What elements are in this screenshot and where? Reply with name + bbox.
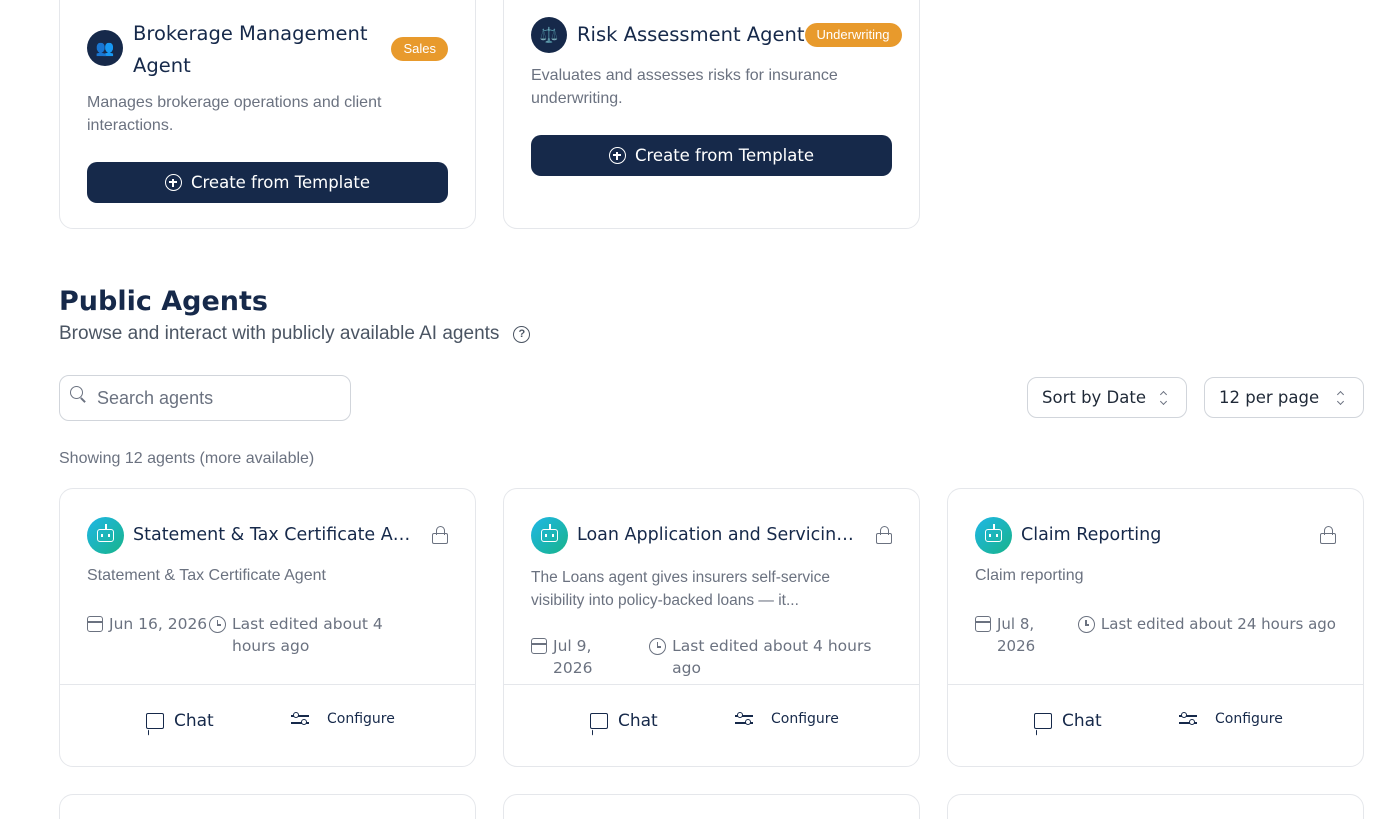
search-box[interactable] bbox=[59, 375, 351, 421]
agent-card-footer: Chat Configure bbox=[948, 684, 1363, 766]
calendar-icon bbox=[87, 616, 103, 632]
sliders-icon bbox=[291, 711, 309, 727]
agent-card bbox=[503, 794, 920, 819]
chat-label: Chat bbox=[174, 711, 214, 731]
sliders-icon bbox=[735, 711, 753, 727]
configure-button[interactable]: Configure bbox=[291, 711, 395, 727]
chat-icon bbox=[590, 713, 608, 729]
agent-edited: Last edited about 24 hours ago bbox=[1100, 615, 1336, 633]
agent-date: Jul 8, 2026 bbox=[997, 615, 1036, 655]
button-label: Create from Template bbox=[190, 173, 370, 192]
template-description: Manages brokerage operations and client … bbox=[87, 94, 382, 134]
agent-card-footer: Chat Configure bbox=[504, 684, 919, 766]
configure-button[interactable]: Configure bbox=[1179, 711, 1283, 727]
plus-circle-icon bbox=[164, 174, 182, 191]
template-description: Evaluates and assesses risks for insuran… bbox=[531, 67, 838, 107]
agent-description: Claim reporting bbox=[975, 567, 1084, 584]
button-label: Create from Template bbox=[634, 146, 814, 165]
configure-label: Configure bbox=[1215, 711, 1283, 727]
results-count: Showing 12 agents (more available) bbox=[59, 450, 315, 467]
agent-edited: Last edited about 4 hours ago bbox=[232, 615, 383, 655]
agent-title[interactable]: Statement & Tax Certificate Agent bbox=[133, 525, 420, 545]
category-badge: Sales bbox=[391, 37, 448, 61]
agent-title[interactable]: Loan Application and Servicing Ag... bbox=[577, 525, 864, 545]
sort-value: Sort by Date bbox=[1042, 388, 1146, 407]
clock-icon bbox=[1077, 616, 1095, 633]
template-title: Brokerage Management Agent bbox=[133, 22, 368, 77]
agent-card: Statement & Tax Certificate Agent Statem… bbox=[59, 488, 476, 767]
help-icon[interactable]: ? bbox=[513, 325, 531, 343]
plus-circle-icon bbox=[608, 147, 626, 164]
bot-icon bbox=[975, 516, 1012, 554]
template-card: 👥 Brokerage Management Agent Sales Manag… bbox=[59, 0, 476, 229]
chat-icon bbox=[1034, 713, 1052, 729]
lock-icon bbox=[1320, 526, 1336, 544]
per-page-select[interactable]: 12 per page bbox=[1204, 377, 1364, 418]
agent-date: Jul 9, 2026 bbox=[553, 637, 593, 677]
calendar-icon bbox=[531, 638, 547, 654]
agent-meta: Jul 9, 2026 Last edited about 4 hours ag… bbox=[531, 635, 892, 679]
chat-button[interactable]: Chat bbox=[590, 711, 658, 731]
bot-icon bbox=[531, 516, 568, 554]
section-subtitle: Browse and interact with publicly availa… bbox=[59, 323, 531, 345]
team-icon: 👥 bbox=[87, 30, 123, 66]
clock-icon bbox=[649, 638, 667, 655]
chat-button[interactable]: Chat bbox=[1034, 711, 1102, 731]
agent-card: Loan Application and Servicing Ag... The… bbox=[503, 488, 920, 767]
bot-icon bbox=[87, 516, 124, 554]
agent-edited: Last edited about 4 hours ago bbox=[672, 637, 872, 677]
agent-card-footer: Chat Configure bbox=[60, 684, 475, 766]
subtitle-text: Browse and interact with publicly availa… bbox=[59, 323, 500, 344]
agent-date: Jun 16, 2026 bbox=[109, 615, 208, 633]
configure-button[interactable]: Configure bbox=[735, 711, 839, 727]
calendar-icon bbox=[975, 616, 991, 632]
template-card: ⚖️ Risk Assessment Agent Underwriting Ev… bbox=[503, 0, 920, 229]
create-from-template-button[interactable]: Create from Template bbox=[531, 135, 892, 176]
lock-icon bbox=[876, 526, 892, 544]
category-badge: Underwriting bbox=[804, 23, 902, 47]
agent-card bbox=[947, 794, 1364, 819]
agent-card: Claim Reporting Claim reporting Jul 8, 2… bbox=[947, 488, 1364, 767]
per-page-value: 12 per page bbox=[1219, 388, 1320, 407]
lock-icon bbox=[432, 526, 448, 544]
search-icon bbox=[70, 386, 88, 404]
sort-select[interactable]: Sort by Date bbox=[1027, 377, 1187, 418]
scale-icon: ⚖️ bbox=[531, 17, 567, 53]
section-title: Public Agents bbox=[59, 286, 268, 317]
configure-label: Configure bbox=[327, 711, 395, 727]
agent-description: Statement & Tax Certificate Agent bbox=[87, 567, 326, 584]
configure-label: Configure bbox=[771, 711, 839, 727]
template-title: Risk Assessment Agent bbox=[577, 23, 805, 46]
chevron-up-down-icon bbox=[1160, 391, 1168, 405]
create-from-template-button[interactable]: Create from Template bbox=[87, 162, 448, 203]
chat-label: Chat bbox=[1062, 711, 1102, 731]
agent-meta: Jun 16, 2026 Last edited about 4 hours a… bbox=[87, 613, 448, 657]
chat-icon bbox=[146, 713, 164, 729]
sliders-icon bbox=[1179, 711, 1197, 727]
clock-icon bbox=[209, 616, 226, 633]
chat-label: Chat bbox=[618, 711, 658, 731]
agent-meta: Jul 8, 2026 Last edited about 24 hours a… bbox=[975, 613, 1336, 657]
chat-button[interactable]: Chat bbox=[146, 711, 214, 731]
agent-card bbox=[59, 794, 476, 819]
agent-title[interactable]: Claim Reporting bbox=[1021, 525, 1308, 545]
chevron-up-down-icon bbox=[1337, 391, 1345, 405]
agent-description: The Loans agent gives insurers self-serv… bbox=[531, 569, 830, 609]
search-input[interactable] bbox=[97, 387, 337, 409]
